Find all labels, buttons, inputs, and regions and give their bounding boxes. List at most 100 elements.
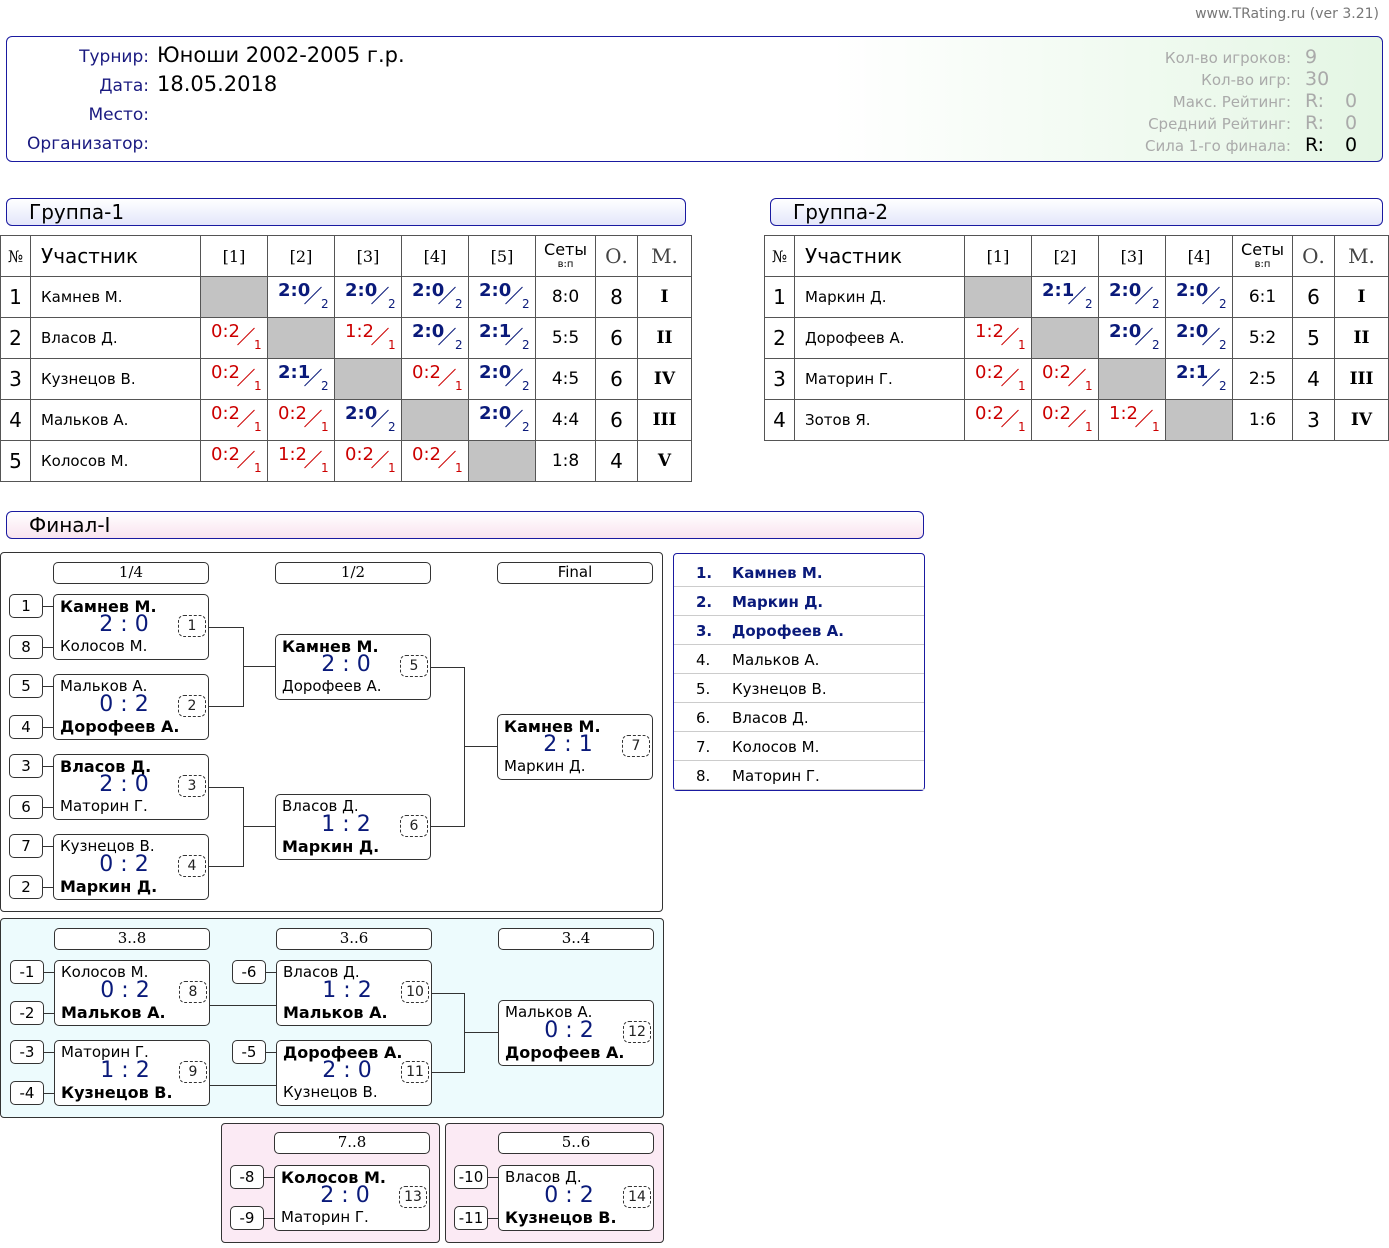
match-box[interactable]: Мальков А. 0 : 2 Дорофеев А. 2 — [53, 674, 209, 740]
game-points: 1 — [1085, 420, 1093, 434]
standings-position: 8. — [696, 767, 711, 785]
game-score: 0:2 — [211, 403, 240, 424]
game-points: 2 — [1085, 297, 1093, 311]
match-number: 11 — [401, 1061, 429, 1083]
game-result-cell: 0:2 1 — [200, 358, 268, 400]
game-score: 2:0 — [1109, 321, 1142, 342]
match-box[interactable]: Власов Д. 2 : 0 Маторин Г. 3 — [53, 754, 209, 820]
connector-line — [44, 972, 54, 973]
match-score: 2 : 0 — [99, 612, 149, 637]
header-col: [1] — [200, 235, 268, 277]
row-sets: 5:5 — [535, 317, 596, 359]
game-points: 2 — [1219, 338, 1227, 352]
match-box[interactable]: Кузнецов В. 0 : 2 Маркин Д. 4 — [53, 834, 209, 900]
standings-name: Колосов М. — [732, 738, 820, 756]
game-score: 2:0 — [479, 403, 512, 424]
header-name: Участник — [30, 235, 201, 277]
header-points: О. — [595, 235, 638, 277]
bracket-line — [243, 627, 244, 707]
game-points: 2 — [388, 297, 396, 311]
standings-position: 4. — [696, 651, 711, 669]
match-box[interactable]: Камнев М. 2 : 1 Маркин Д. 7 — [497, 714, 653, 780]
tournament-date: 18.05.2018 — [157, 72, 278, 96]
stat-value-games: 30 — [1305, 68, 1330, 90]
match-player-2: Мальков А. — [61, 1003, 166, 1022]
bracket-line — [243, 787, 244, 867]
connector-line — [44, 1093, 54, 1094]
seed-box: 6 — [9, 795, 43, 819]
game-result-cell: 2:1 2 — [468, 317, 536, 359]
match-box[interactable]: Камнев М. 2 : 0 Колосов М. 1 — [53, 594, 209, 660]
match-number: 9 — [179, 1061, 207, 1083]
connector-line — [44, 1013, 54, 1014]
row-name: Зотов Я. — [794, 399, 965, 441]
game-points: 1 — [1085, 379, 1093, 393]
game-points: 1 — [254, 338, 262, 352]
self-cell — [267, 317, 335, 359]
standings-row: 6. Власов Д. — [674, 703, 924, 732]
game-result-cell: 2:0 2 — [468, 358, 536, 400]
row-name: Дорофеев А. — [794, 317, 965, 359]
game-result-cell: 2:0 2 — [1165, 317, 1233, 359]
row-name: Мальков А. — [30, 399, 201, 441]
stat-label-players: Кол-во игроков: — [1164, 49, 1291, 67]
match-box[interactable]: Власов Д. 1 : 2 Маркин Д. 6 — [275, 794, 431, 860]
row-place: III — [637, 399, 692, 441]
match-box[interactable]: Колосов М. 0 : 2 Мальков А. 8 — [54, 960, 210, 1026]
connector-line — [43, 686, 53, 687]
match-number: 14 — [623, 1186, 651, 1208]
group-row: 1 Камнев М. 2:0 2 2:0 2 2:0 2 2:0 2 8:0 8 I — [0, 276, 692, 318]
tournament-info-panel: Турнир: Дата: Место: Организатор: Юноши … — [6, 36, 1383, 162]
seed-box: -6 — [232, 960, 266, 984]
match-box[interactable]: Власов Д. 0 : 2 Кузнецов В. 14 — [498, 1165, 654, 1231]
game-points: 1 — [455, 379, 463, 393]
header-col: [5] — [468, 235, 536, 277]
game-score: 2:0 — [345, 403, 378, 424]
standings-row: 8. Маторин Г. — [674, 761, 924, 790]
header-sets: Сеты в:п — [1232, 235, 1293, 277]
row-name: Власов Д. — [30, 317, 201, 359]
game-points: 1 — [254, 379, 262, 393]
seed-box: -10 — [454, 1165, 488, 1189]
match-box[interactable]: Мальков А. 0 : 2 Дорофеев А. 12 — [498, 1000, 654, 1066]
row-sets: 8:0 — [535, 276, 596, 318]
game-result-cell: 2:0 2 — [267, 276, 335, 318]
bracket-line — [464, 1032, 498, 1033]
match-box[interactable]: Власов Д. 1 : 2 Мальков А. 10 — [276, 960, 432, 1026]
match-number: 2 — [178, 695, 206, 717]
row-sets: 1:8 — [535, 440, 596, 482]
header-no: № — [0, 235, 31, 277]
game-score: 0:2 — [412, 444, 441, 465]
game-points: 2 — [388, 420, 396, 434]
stat-value-max-rating: 0 — [1345, 90, 1358, 112]
connector-line — [488, 1218, 498, 1219]
row-no: 1 — [0, 276, 31, 318]
stat-r-final-strength: R: — [1305, 134, 1325, 156]
game-result-cell: 2:0 2 — [401, 276, 469, 318]
site-credit[interactable]: www.TRating.ru (ver 3.21) — [1195, 6, 1379, 22]
match-player-2: Маркин Д. — [504, 757, 586, 775]
row-name: Маркин Д. — [794, 276, 965, 318]
final-title: Финал-I — [6, 511, 924, 539]
row-no: 1 — [764, 276, 795, 318]
seed-box: -5 — [232, 1040, 266, 1064]
game-score: 2:0 — [412, 280, 445, 301]
group-row: 2 Власов Д. 0:2 1 1:2 1 2:0 2 2:1 2 5:5 6 II — [0, 317, 692, 359]
stat-value-players: 9 — [1305, 46, 1318, 68]
match-number: 5 — [400, 655, 428, 677]
match-number: 4 — [178, 855, 206, 877]
header-col: [3] — [1098, 235, 1166, 277]
self-cell — [334, 358, 402, 400]
game-points: 1 — [1152, 420, 1160, 434]
match-box[interactable]: Маторин Г. 1 : 2 Кузнецов В. 9 — [54, 1040, 210, 1106]
match-box[interactable]: Колосов М. 2 : 0 Маторин Г. 13 — [274, 1165, 430, 1231]
header-sets: Сеты в:п — [535, 235, 596, 277]
round-label: 3..4 — [498, 928, 654, 950]
match-box[interactable]: Дорофеев А. 2 : 0 Кузнецов В. 11 — [276, 1040, 432, 1106]
match-box[interactable]: Камнев М. 2 : 0 Дорофеев А. 5 — [275, 634, 431, 700]
bracket-line — [432, 993, 464, 994]
match-player-2: Дорофеев А. — [60, 717, 180, 736]
game-points: 2 — [1152, 297, 1160, 311]
tournament-label: Турнир: — [79, 47, 149, 67]
game-result-cell: 0:2 1 — [1031, 399, 1099, 441]
